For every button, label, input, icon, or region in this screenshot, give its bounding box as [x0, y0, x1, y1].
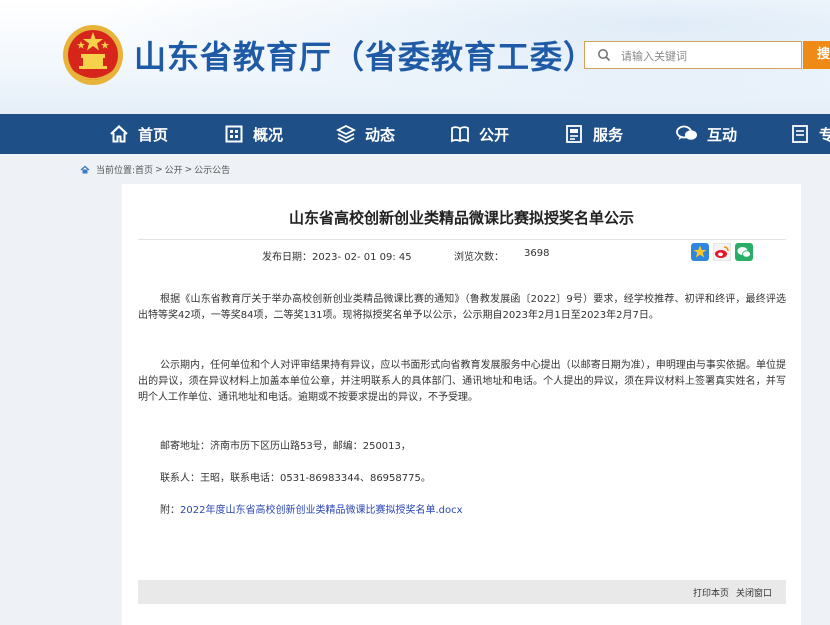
paragraph-objection: 公示期内，任何单位和个人对评审结果持有异议，应以书面形式向省教育发展服务中心提出… [138, 360, 786, 403]
site-header: 山东省教育厅（省委教育工委） 搜 [0, 0, 830, 114]
nav-item-interact[interactable]: 互动 [676, 114, 737, 154]
nav-label: 公开 [479, 125, 510, 144]
list-icon [792, 125, 808, 143]
nav-item-home[interactable]: 首页 [109, 114, 168, 154]
publish-label: 发布日期： [262, 252, 312, 263]
breadcrumb: 当前位置: 首页 > 公开 > 公示公告 [80, 163, 230, 176]
weibo-icon[interactable] [713, 243, 731, 261]
divider [138, 239, 786, 240]
paragraph-intro: 根据《山东省教育厅关于举办高校创新创业类精品微课比赛的通知》（鲁教发展函〔202… [138, 294, 786, 321]
national-emblem-icon [63, 25, 123, 85]
article-card: 山东省高校创新创业类精品微课比赛拟授奖名单公示 发布日期：2023- 02- 0… [122, 184, 801, 625]
print-link[interactable]: 打印本页 [693, 586, 729, 599]
search-button[interactable]: 搜 [803, 41, 830, 69]
nav-label: 互动 [707, 125, 738, 144]
nav-label: 首页 [138, 125, 169, 144]
main-nav: 首页 概况 动态 公开 服务 互动 专 [0, 114, 830, 154]
attachment-prefix: 附： [160, 505, 180, 516]
layers-icon [336, 124, 356, 144]
breadcrumb-public[interactable]: 公开 [165, 163, 183, 176]
breadcrumb-prefix: 当前位置: [96, 166, 136, 176]
wechat-icon[interactable] [735, 243, 753, 261]
nav-item-overview[interactable]: 概况 [224, 114, 283, 154]
document-icon [566, 125, 582, 143]
nav-item-service[interactable]: 服务 [564, 114, 623, 154]
site-title[interactable]: 山东省教育厅（省委教育工委） [134, 32, 596, 78]
qzone-icon[interactable] [691, 243, 709, 261]
chat-icon [676, 125, 697, 140]
home-icon [80, 165, 90, 173]
search-box[interactable] [584, 41, 802, 69]
nav-item-news[interactable]: 动态 [336, 114, 395, 154]
breadcrumb-home[interactable]: 首页 [135, 163, 153, 176]
views-label: 浏览次数： [454, 252, 504, 263]
publish-date: 2023- 02- 01 09: 45 [312, 252, 412, 263]
home-icon [110, 124, 128, 143]
building-icon [225, 125, 243, 143]
search-icon [598, 49, 611, 62]
article-footer: 打印本页 关闭窗口 [138, 580, 786, 604]
close-window-link[interactable]: 关闭窗口 [736, 586, 772, 599]
views-count: 3698 [524, 248, 550, 259]
search-input[interactable] [619, 45, 793, 67]
contact-info: 联系人：王昭，联系电话：0531-86983344、86958775。 [160, 473, 431, 484]
nav-label: 专 [819, 125, 830, 144]
attachment-line: 附：2022年度山东省高校创新创业类精品微课比赛拟授奖名单.docx [138, 503, 786, 519]
article-title: 山东省高校创新创业类精品微课比赛拟授奖名单公示 [288, 209, 634, 227]
nav-label: 概况 [253, 125, 284, 144]
breadcrumb-separator: > [184, 164, 193, 175]
breadcrumb-separator: > [155, 164, 163, 175]
breadcrumb-announcements[interactable]: 公示公告 [194, 163, 230, 176]
nav-label: 服务 [593, 125, 624, 144]
attachment-link[interactable]: 2022年度山东省高校创新创业类精品微课比赛拟授奖名单.docx [180, 505, 463, 516]
nav-label: 动态 [365, 125, 396, 144]
book-icon [451, 126, 469, 143]
mail-address: 邮寄地址：济南市历下区历山路53号，邮编：250013， [160, 441, 411, 452]
nav-item-public[interactable]: 公开 [450, 114, 509, 154]
nav-item-special[interactable]: 专 [790, 114, 830, 154]
